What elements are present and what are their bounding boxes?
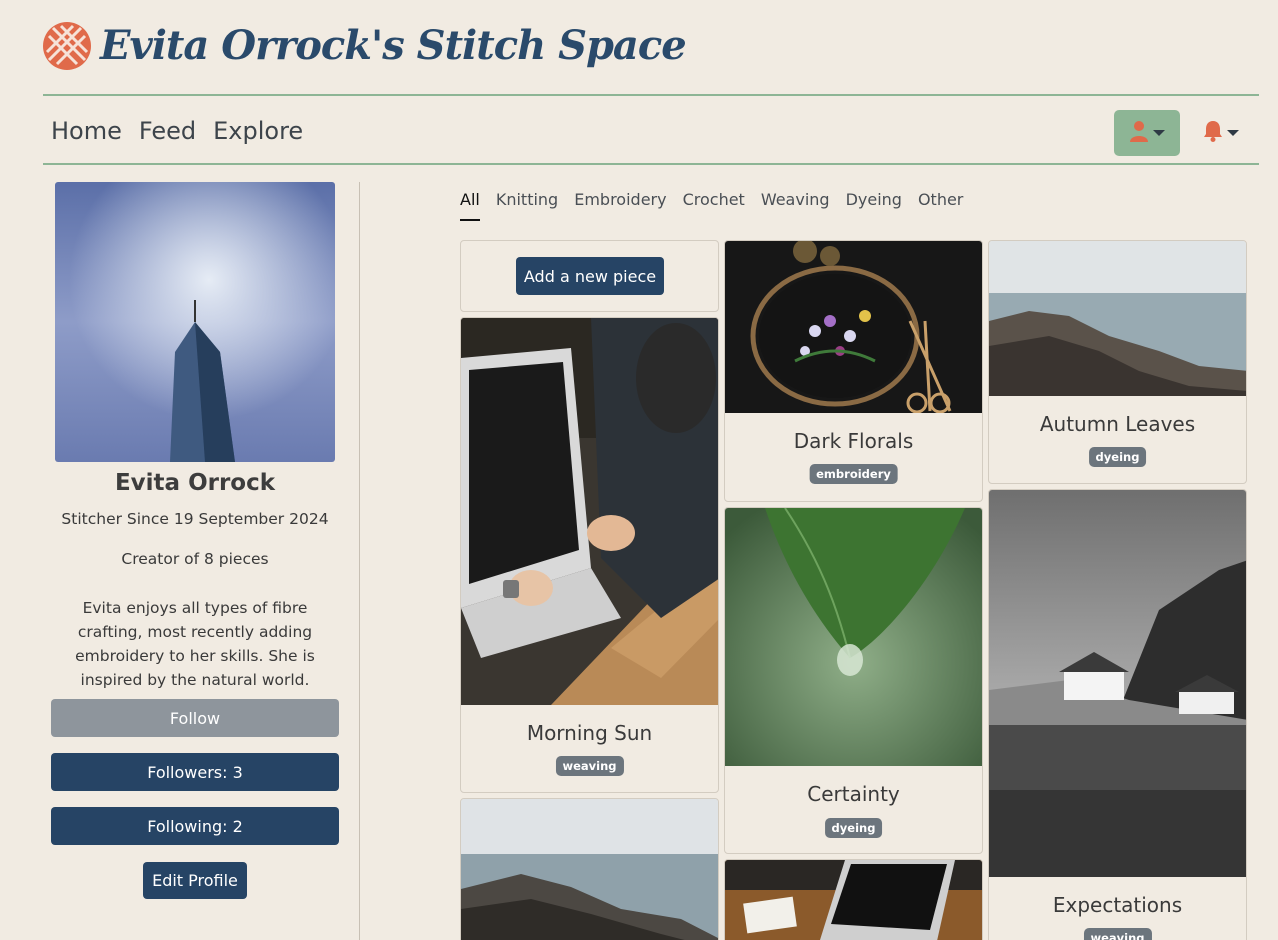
- piece-count: Creator of 8 pieces: [121, 550, 269, 568]
- category-tabs: All Knitting Embroidery Crochet Weaving …: [460, 190, 979, 221]
- piece-card[interactable]: Dark Florals embroidery: [724, 240, 983, 502]
- tab-dyeing[interactable]: Dyeing: [846, 190, 902, 221]
- piece-card[interactable]: [460, 798, 719, 940]
- tab-knitting[interactable]: Knitting: [496, 190, 558, 221]
- nav-home-link[interactable]: Home: [51, 114, 122, 148]
- profile-bio: Evita enjoys all types of fibre crafting…: [75, 599, 315, 689]
- tab-other[interactable]: Other: [918, 190, 963, 221]
- piece-image: [725, 860, 982, 940]
- chevron-down-icon: [1153, 130, 1165, 136]
- piece-image: [725, 241, 982, 414]
- piece-tag-badge: embroidery: [809, 464, 898, 484]
- tab-weaving[interactable]: Weaving: [761, 190, 830, 221]
- piece-title: Expectations: [1052, 893, 1183, 917]
- piece-tag-badge: weaving: [1083, 928, 1152, 940]
- header-divider: [43, 94, 1259, 96]
- notifications-button[interactable]: [1196, 110, 1246, 156]
- tab-crochet[interactable]: Crochet: [683, 190, 745, 221]
- nav-feed-link[interactable]: Feed: [139, 114, 196, 148]
- user-menu-button[interactable]: [1114, 110, 1180, 156]
- piece-image: [989, 490, 1246, 877]
- site-title: Evita Orrock's Stitch Space: [100, 22, 687, 69]
- piece-image: [989, 241, 1246, 396]
- piece-image: [461, 318, 718, 705]
- nav-divider: [43, 163, 1259, 165]
- avatar: [55, 182, 335, 462]
- piece-card[interactable]: Morning Sun weaving: [460, 317, 719, 793]
- piece-card[interactable]: Autumn Leaves dyeing: [988, 240, 1247, 484]
- piece-tag-badge: dyeing: [824, 818, 883, 838]
- piece-card[interactable]: Certainty dyeing: [724, 507, 983, 854]
- followers-button[interactable]: Followers: 3: [51, 753, 339, 791]
- add-piece-button[interactable]: Add a new piece: [516, 257, 664, 295]
- stitcher-since: Stitcher Since 19 September 2024: [61, 510, 329, 528]
- sidebar-divider: [359, 182, 360, 940]
- chevron-down-icon: [1227, 130, 1239, 136]
- piece-title: Certainty: [807, 782, 900, 806]
- following-button[interactable]: Following: 2: [51, 807, 339, 845]
- piece-tag-badge: dyeing: [1088, 447, 1147, 467]
- brand[interactable]: Evita Orrock's Stitch Space: [43, 22, 687, 70]
- lattice-logo-icon: [43, 22, 91, 70]
- piece-title: Morning Sun: [526, 721, 653, 745]
- profile-name: Evita Orrock: [114, 470, 276, 496]
- piece-title: Dark Florals: [793, 429, 914, 453]
- edit-profile-button[interactable]: Edit Profile: [143, 862, 247, 899]
- main-nav: Home Feed Explore: [51, 114, 320, 148]
- piece-title: Autumn Leaves: [1039, 412, 1196, 436]
- piece-card[interactable]: Expectations weaving: [988, 489, 1247, 940]
- piece-image: [725, 508, 982, 766]
- add-piece-card: Add a new piece: [460, 240, 719, 312]
- tab-all[interactable]: All: [460, 190, 480, 221]
- tab-embroidery[interactable]: Embroidery: [574, 190, 666, 221]
- nav-explore-link[interactable]: Explore: [213, 114, 303, 148]
- piece-image: [461, 799, 718, 940]
- piece-tag-badge: weaving: [555, 756, 624, 776]
- follow-button[interactable]: Follow: [51, 699, 339, 737]
- user-icon: [1129, 120, 1149, 146]
- piece-card[interactable]: [724, 859, 983, 940]
- bell-icon: [1203, 120, 1223, 146]
